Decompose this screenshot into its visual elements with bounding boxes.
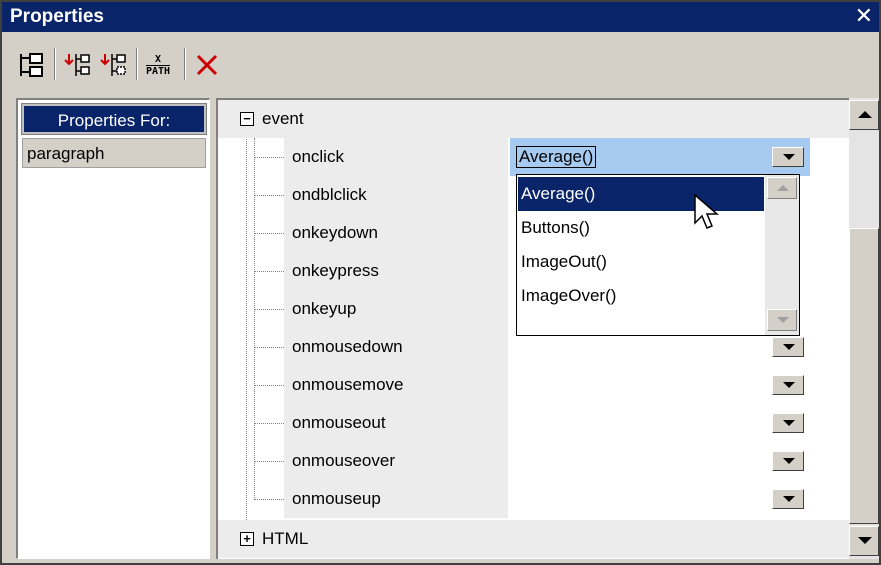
scroll-up-icon[interactable]: [767, 177, 797, 199]
property-name: onkeypress: [284, 252, 508, 290]
close-icon[interactable]: ✕: [855, 3, 873, 29]
dropdown-arrow-icon[interactable]: [772, 147, 804, 167]
mouse-pointer-icon: [694, 193, 720, 229]
vertical-scrollbar[interactable]: [849, 98, 879, 559]
dropdown-option[interactable]: ImageOver(): [518, 279, 764, 313]
property-name: onmousemove: [284, 366, 508, 404]
property-value-field[interactable]: [510, 442, 810, 480]
property-name: onmouseout: [284, 404, 508, 442]
tree-branch: [254, 309, 284, 310]
property-value-field[interactable]: [510, 404, 810, 442]
group-row-event[interactable]: − event: [218, 100, 850, 138]
xpath-icon[interactable]: X PATH: [140, 54, 176, 80]
group-label-html: HTML: [262, 529, 309, 548]
scroll-down-icon[interactable]: [767, 309, 797, 331]
dropdown-arrow-icon[interactable]: [772, 489, 804, 509]
group-label-event: event: [262, 109, 304, 128]
properties-for-item-paragraph[interactable]: paragraph: [22, 138, 206, 168]
expand-icon[interactable]: +: [240, 532, 254, 546]
delete-icon[interactable]: [192, 50, 222, 80]
add-child-icon[interactable]: [62, 50, 92, 80]
tree-branch: [254, 157, 284, 158]
dropdown-arrow-icon[interactable]: [772, 375, 804, 395]
properties-for-header: Properties For:: [21, 103, 207, 135]
add-sibling-icon[interactable]: [98, 50, 128, 80]
xpath-icon-top: X: [146, 54, 170, 66]
property-value-field[interactable]: [510, 366, 810, 404]
window-title: Properties: [10, 6, 104, 27]
toolbar: X PATH: [2, 32, 879, 90]
title-bar: Properties ✕: [2, 2, 879, 32]
toolbar-separator: [54, 48, 56, 80]
property-row-onmouseup[interactable]: onmouseup: [218, 480, 850, 518]
tree-branch: [254, 499, 284, 500]
tree-view-icon[interactable]: [16, 50, 46, 80]
property-row-onclick[interactable]: onclick Average(): [218, 138, 850, 176]
dropdown-scrollbar[interactable]: [765, 175, 799, 335]
property-name: onkeyup: [284, 290, 508, 328]
property-row-onmouseout[interactable]: onmouseout: [218, 404, 850, 442]
dropdown-arrow-icon[interactable]: [772, 337, 804, 357]
property-name: onkeydown: [284, 214, 508, 252]
property-name: onmouseover: [284, 442, 508, 480]
dropdown-option[interactable]: Buttons(): [518, 211, 764, 245]
property-value-field[interactable]: [510, 480, 810, 518]
property-name: onclick: [284, 138, 508, 176]
scroll-up-icon[interactable]: [849, 100, 879, 130]
tree-branch: [254, 233, 284, 234]
properties-window: Properties ✕ X PATH Properties For: para…: [0, 0, 881, 565]
dropdown-arrow-icon[interactable]: [772, 413, 804, 433]
dropdown-option[interactable]: Average(): [518, 177, 764, 211]
value-dropdown-list[interactable]: Average() Buttons() ImageOut() ImageOver…: [516, 174, 800, 336]
tree-branch: [254, 385, 284, 386]
tree-branch: [254, 347, 284, 348]
toolbar-separator: [136, 48, 138, 80]
collapse-icon[interactable]: −: [240, 112, 254, 126]
property-value-text[interactable]: Average(): [516, 146, 597, 168]
toolbar-separator: [184, 48, 186, 80]
properties-for-pane: Properties For: paragraph: [16, 98, 210, 559]
xpath-icon-bottom: PATH: [145, 66, 171, 77]
property-name: onmouseup: [284, 480, 508, 518]
property-name: ondblclick: [284, 176, 508, 214]
tree-branch: [254, 461, 284, 462]
property-value-field[interactable]: Average(): [510, 138, 810, 176]
property-row-onmouseover[interactable]: onmouseover: [218, 442, 850, 480]
tree-branch: [254, 423, 284, 424]
property-name: onmousedown: [284, 328, 508, 366]
tree-branch: [254, 195, 284, 196]
tree-branch: [254, 271, 284, 272]
scroll-down-icon[interactable]: [849, 526, 879, 556]
dropdown-option[interactable]: ImageOut(): [518, 245, 764, 279]
group-row-html[interactable]: + HTML: [218, 520, 850, 558]
property-row-onmousemove[interactable]: onmousemove: [218, 366, 850, 404]
dropdown-arrow-icon[interactable]: [772, 451, 804, 471]
scrollbar-thumb[interactable]: [849, 228, 879, 524]
